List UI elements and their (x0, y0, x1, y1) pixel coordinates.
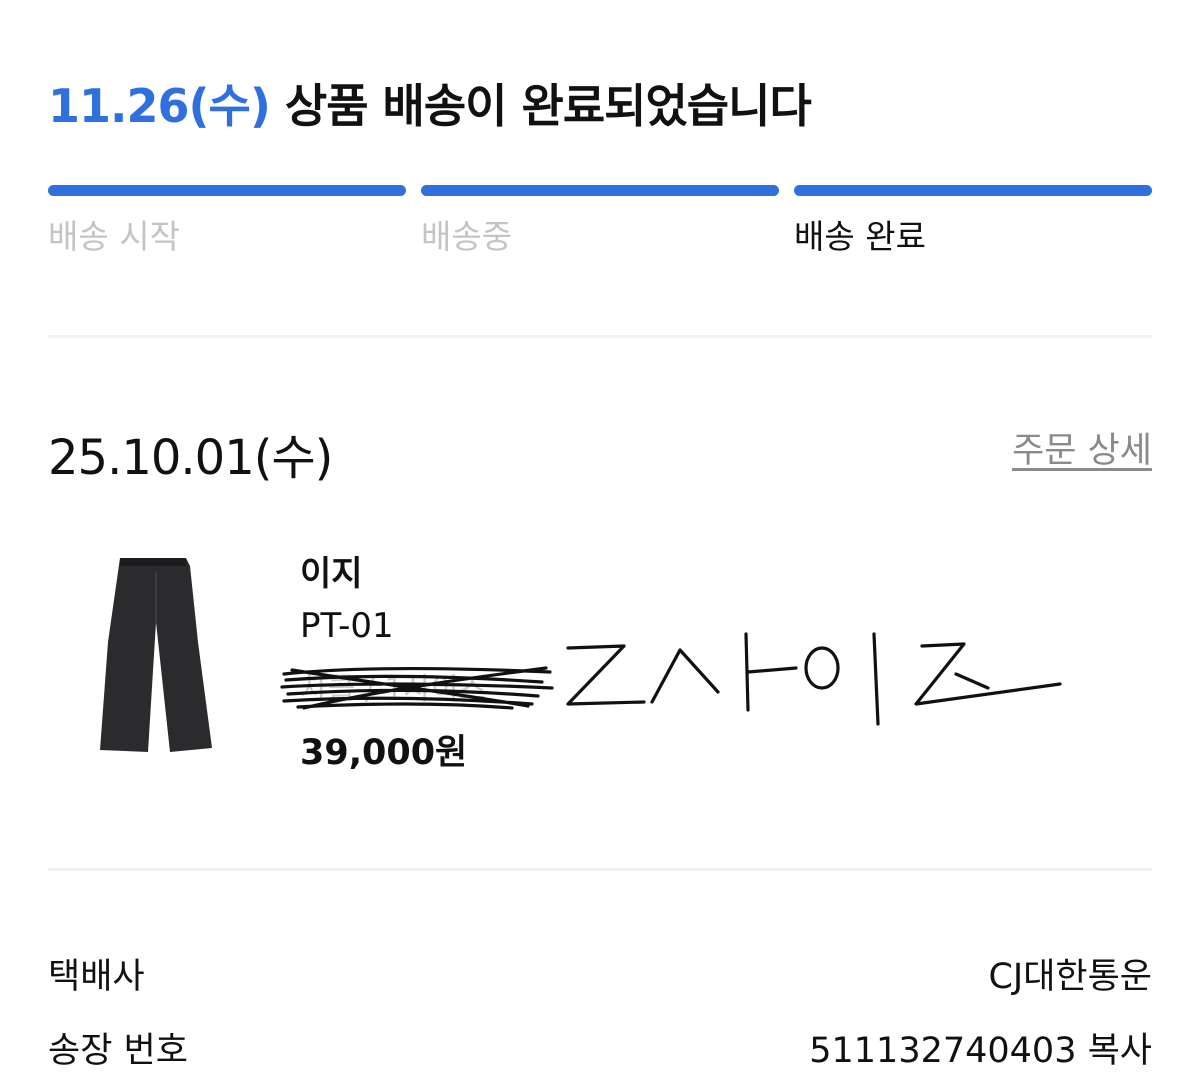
product-thumbnail[interactable] (90, 552, 220, 762)
progress-label-complete: 배송 완료 (794, 217, 926, 256)
carrier-label: 택배사 (48, 957, 145, 997)
progress-bar-start (48, 185, 406, 196)
product-name[interactable]: PT-01 (300, 606, 394, 646)
section-divider (48, 335, 1152, 338)
order-date: 25.10.01(수) (48, 430, 333, 486)
progress-label-in-transit: 배송중 (421, 217, 513, 256)
order-detail-link[interactable]: 주문 상세 (1012, 422, 1152, 473)
progress-step-complete: 배송 완료 (794, 185, 1152, 258)
progress-label-start: 배송 시작 (48, 217, 180, 256)
progress-bar-complete (794, 185, 1152, 196)
tracking-number-label: 송장 번호 (48, 1031, 188, 1071)
delivery-message: 상품 배송이 완료되었습니다 (269, 79, 812, 133)
progress-step-start: 배송 시작 (48, 185, 406, 258)
handwritten-size-note (566, 632, 1062, 726)
tracking-number-value[interactable]: 511132740403 복사 (809, 1022, 1152, 1073)
section-divider (48, 868, 1152, 871)
delivery-headline: 11.26(수) 상품 배송이 완료되었습니다 (48, 70, 812, 136)
progress-step-in-transit: 배송중 (421, 185, 779, 258)
product-brand[interactable]: 이지 (300, 546, 363, 595)
product-price: 39,000원 (300, 733, 468, 773)
redaction-scribble (280, 666, 554, 710)
progress-bar-in-transit (421, 185, 779, 196)
carrier-value: CJ대한통운 (988, 957, 1152, 997)
delivery-progress: 배송 시작 배송중 배송 완료 (48, 185, 1152, 258)
delivery-date: 11.26(수) (48, 79, 271, 133)
